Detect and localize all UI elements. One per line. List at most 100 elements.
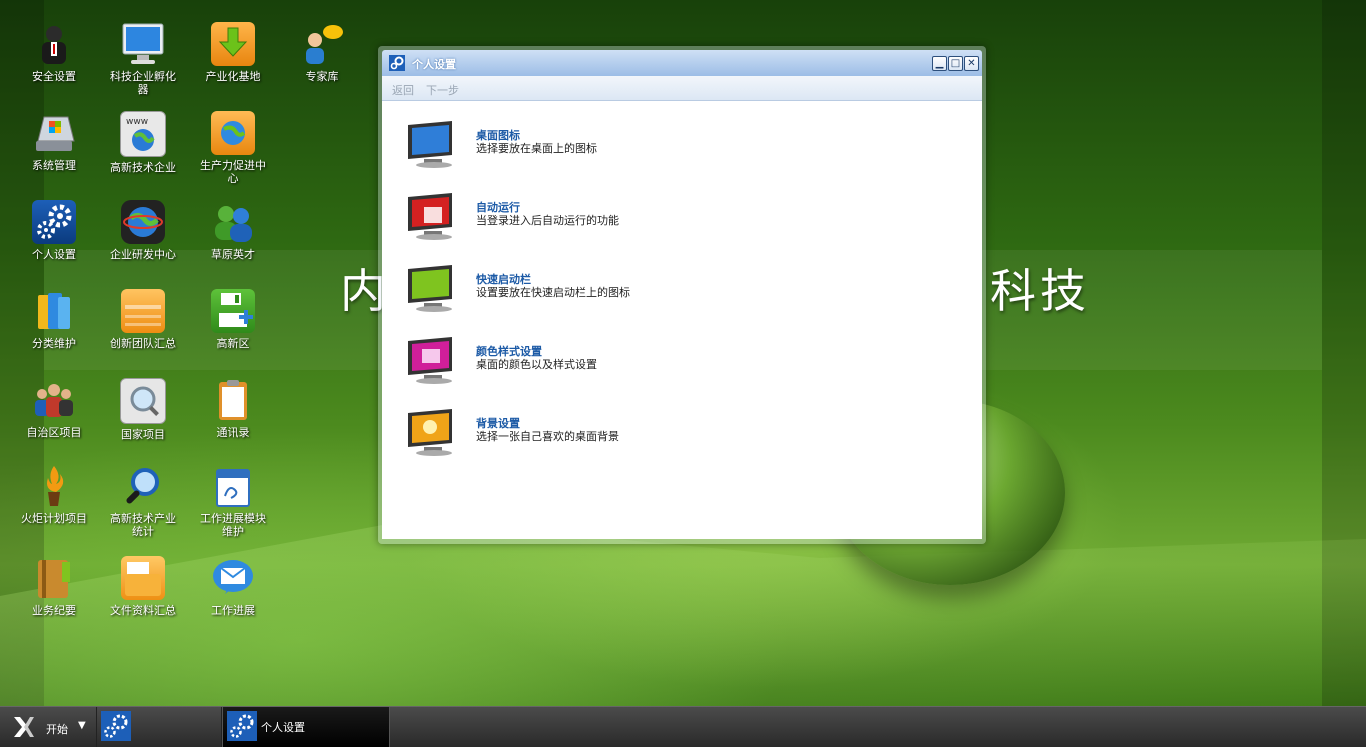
monitor-icon [404, 405, 464, 457]
save-add-icon [211, 289, 255, 333]
desktop-icon-category-maintenance[interactable]: 分类维护 [14, 289, 94, 350]
setting-description: 选择要放在桌面上的图标 [476, 142, 597, 155]
desktop-icon-label: 专家库 [305, 70, 339, 83]
desktop-icon-personal-settings[interactable]: 个人设置 [14, 200, 94, 261]
desktop-icon-label: 草原英才 [211, 248, 255, 261]
monitor-icon [404, 189, 464, 241]
desktop-icon-industry-statistics[interactable]: 高新技术产业统计 [103, 464, 183, 538]
desktop-icon-productivity-center[interactable]: 生产力促进中心 [193, 111, 273, 185]
next-button[interactable]: 下一步 [426, 82, 459, 98]
setting-background[interactable]: 背景设置 选择一张自己喜欢的桌面背景 [404, 405, 964, 465]
back-button[interactable]: 返回 [392, 82, 414, 98]
taskbar-window-personal-settings[interactable]: 个人设置 [222, 707, 390, 747]
desktop-icon-label: 系统管理 [32, 159, 76, 172]
wallpaper-banner-text-right: 科技 [990, 264, 1090, 318]
torch-icon [32, 464, 76, 508]
desktop-icon-label: 火炬计划项目 [21, 512, 87, 525]
desktop-icon-label: 高新技术产业统计 [110, 512, 176, 538]
desktop-icon-rd-center[interactable]: 企业研发中心 [103, 200, 183, 261]
desktop-icon-expert-library[interactable]: 专家库 [282, 22, 362, 83]
desktop-icon-label: 高新技术企业 [110, 161, 176, 174]
window-content: 桌面图标 选择要放在桌面上的图标 自动运行 当登录进入后自动运行的功能 快速启动… [382, 101, 982, 539]
clipboard-icon [211, 378, 255, 422]
gears-icon [227, 711, 257, 741]
desktop-icon-label: 产业化基地 [205, 70, 261, 83]
desktop-icon-work-progress[interactable]: 工作进展 [193, 556, 273, 617]
desktop-icon-label: 科技企业孵化器 [110, 70, 176, 96]
taskbar: 开始 ▼ 个人设置 [0, 706, 1366, 747]
desktop-icon-torch-program[interactable]: 火炬计划项目 [14, 464, 94, 525]
minimize-button[interactable]: ▁ [932, 56, 947, 71]
desktop-icon-national-projects[interactable]: 国家项目 [103, 378, 183, 441]
maximize-icon: □ [950, 58, 961, 69]
desktop-icon-label: 通讯录 [216, 426, 250, 439]
desktop-icon-label: 分类维护 [32, 337, 76, 350]
globe-icon [121, 200, 165, 244]
desktop-icon-document-summary[interactable]: 文件资料汇总 [103, 556, 183, 617]
desktop-icon-innovation-team[interactable]: 创新团队汇总 [103, 289, 183, 350]
setting-description: 当登录进入后自动运行的功能 [476, 214, 619, 227]
desktop-icon-label: 生产力促进中心 [200, 159, 266, 185]
desktop-icon-label: 业务纪要 [32, 604, 76, 617]
expert-chat-icon [300, 22, 344, 66]
start-logo-icon [12, 715, 36, 739]
minimize-icon: ▁ [935, 58, 944, 69]
mail-bubble-icon [211, 556, 255, 600]
monitor-icon [404, 333, 464, 385]
desktop-icon-hightech-zone[interactable]: 高新区 [193, 289, 273, 350]
desktop-icon-label: 工作进展模块维护 [200, 512, 266, 538]
chevron-down-icon[interactable]: ▼ [78, 720, 86, 731]
desktop-icon-business-minutes[interactable]: 业务纪要 [14, 556, 94, 617]
desktop-icon-label: 企业研发中心 [110, 248, 176, 261]
setting-quick-launch[interactable]: 快速启动栏 设置要放在快速启动栏上的图标 [404, 261, 964, 321]
desktop-icon-label: 个人设置 [32, 248, 76, 261]
setting-desktop-icons[interactable]: 桌面图标 选择要放在桌面上的图标 [404, 117, 964, 177]
desktop-icon-industrial-base[interactable]: 产业化基地 [193, 22, 273, 83]
svg-text:www: www [126, 117, 148, 127]
taskbar-window-label: 个人设置 [261, 721, 305, 734]
desktop-icon-incubator[interactable]: 科技企业孵化器 [103, 22, 183, 96]
magnifier-doc-icon [120, 378, 166, 424]
desktop-icon-label: 工作进展 [211, 604, 255, 617]
download-arrow-icon [211, 22, 255, 66]
gears-icon [101, 711, 131, 744]
quick-launch-bar [96, 707, 222, 747]
setting-description: 设置要放在快速启动栏上的图标 [476, 286, 630, 299]
setting-auto-run[interactable]: 自动运行 当登录进入后自动运行的功能 [404, 189, 964, 249]
desktop-icon-security-settings[interactable]: 安全设置 [14, 22, 94, 83]
desktop-icon-label: 高新区 [216, 337, 250, 350]
window-toolbar: 返回 下一步 [382, 76, 982, 101]
group-icon [32, 378, 76, 422]
close-button[interactable]: ✕ [964, 56, 979, 71]
file-folder-icon [121, 556, 165, 600]
gears-icon [32, 200, 76, 244]
desktop-icon-system-management[interactable]: 系统管理 [14, 111, 94, 172]
notebook-icon [32, 556, 76, 600]
www-globe-icon: www [120, 111, 166, 157]
start-button[interactable]: 开始 ▼ [6, 711, 94, 743]
users-icon [211, 200, 255, 244]
setting-description: 桌面的颜色以及样式设置 [476, 358, 597, 371]
folders-icon [32, 289, 76, 333]
window-titlebar[interactable]: 个人设置 ▁ □ ✕ [382, 50, 982, 76]
maximize-button[interactable]: □ [948, 56, 963, 71]
setting-description: 选择一张自己喜欢的桌面背景 [476, 430, 619, 443]
desktop-icon-label: 国家项目 [121, 428, 165, 441]
calendar-icon [211, 464, 255, 508]
desktop-icon-hightech-enterprise[interactable]: www 高新技术企业 [103, 111, 183, 174]
monitor-icon [404, 117, 464, 169]
quick-launch-personal-settings[interactable] [101, 711, 131, 741]
gears-icon [389, 55, 405, 71]
start-label: 开始 [46, 723, 68, 736]
desktop-icon-contacts[interactable]: 通讯录 [193, 378, 273, 439]
desktop-icon-region-projects[interactable]: 自治区项目 [14, 378, 94, 439]
monitor-icon [121, 22, 165, 66]
desktop-icon-label: 自治区项目 [26, 426, 82, 439]
setting-color-style[interactable]: 颜色样式设置 桌面的颜色以及样式设置 [404, 333, 964, 393]
desktop-icon-grassland-talent[interactable]: 草原英才 [193, 200, 273, 261]
system-drive-icon [32, 111, 76, 155]
desktop-icon-progress-module[interactable]: 工作进展模块维护 [193, 464, 273, 538]
search-icon [121, 464, 165, 508]
globe-folder-icon [211, 111, 255, 155]
desktop-icon-label: 创新团队汇总 [110, 337, 176, 350]
